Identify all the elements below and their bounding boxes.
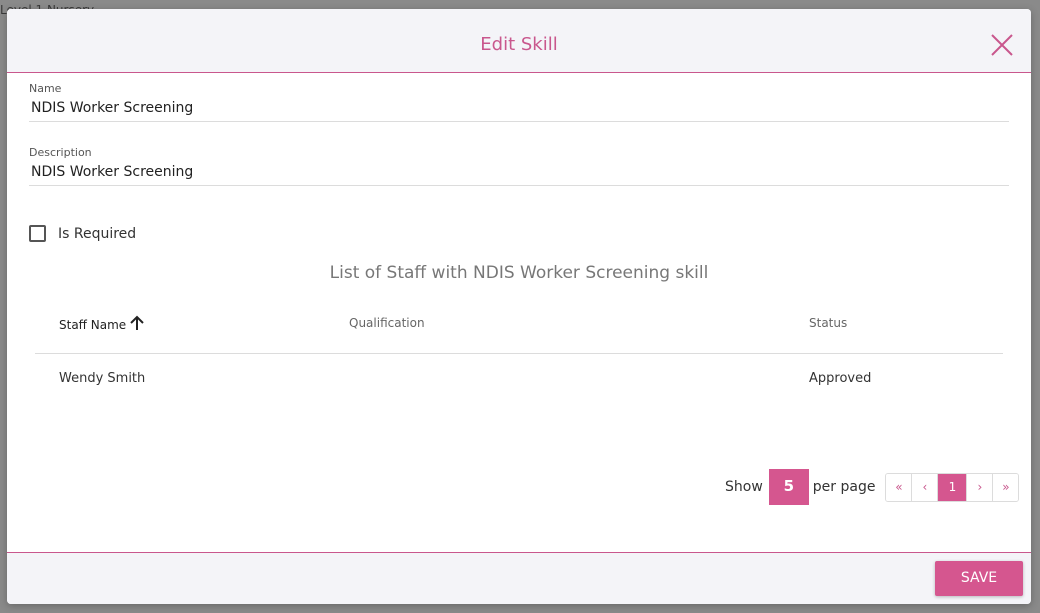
description-field: Description NDIS Worker Screening (29, 146, 1009, 186)
description-label: Description (29, 146, 92, 159)
description-input[interactable]: NDIS Worker Screening (29, 161, 1009, 186)
is-required-checkbox[interactable] (29, 225, 46, 242)
arrow-up-icon (128, 314, 146, 335)
staff-list-title: List of Staff with NDIS Worker Screening… (329, 263, 709, 283)
last-page-button[interactable]: » (993, 473, 1019, 501)
is-required-label: Is Required (58, 225, 137, 242)
pagination: Show 5 per page « ‹ 1 › » (725, 469, 1020, 505)
name-input[interactable]: NDIS Worker Screening (29, 97, 1009, 122)
name-label: Name (29, 82, 62, 95)
column-header-staff-name[interactable]: Staff Name (59, 314, 146, 335)
table-row[interactable]: Wendy Smith Approved (35, 354, 1003, 402)
show-label: Show (725, 479, 763, 495)
column-header-qualification[interactable]: Qualification (349, 316, 425, 330)
page-1-button[interactable]: 1 (938, 473, 968, 501)
is-required-row: Is Required (29, 225, 136, 242)
name-field: Name NDIS Worker Screening (29, 82, 1009, 122)
per-page-label: per page (812, 479, 876, 495)
cell-status: Approved (809, 371, 872, 386)
cell-staff-name: Wendy Smith (59, 371, 146, 386)
first-page-button[interactable]: « (886, 473, 913, 501)
page-buttons: « ‹ 1 › » (885, 472, 1020, 502)
dialog-header: Edit Skill (7, 9, 1031, 73)
prev-page-button[interactable]: ‹ (912, 473, 939, 501)
table-header: Staff Name Qualification Status (35, 309, 1003, 354)
dialog-title: Edit Skill (480, 34, 558, 55)
column-header-status[interactable]: Status (809, 316, 847, 330)
column-header-label: Staff Name (59, 317, 127, 332)
staff-table: Staff Name Qualification Status Wendy Sm… (35, 309, 1003, 402)
next-page-button[interactable]: › (967, 473, 994, 501)
save-button[interactable]: SAVE (935, 561, 1023, 596)
close-icon[interactable] (990, 33, 1014, 57)
dialog-footer: SAVE (7, 552, 1031, 604)
per-page-select[interactable]: 5 (768, 469, 809, 505)
edit-skill-dialog: Edit Skill Name NDIS Worker Screening De… (7, 9, 1031, 604)
